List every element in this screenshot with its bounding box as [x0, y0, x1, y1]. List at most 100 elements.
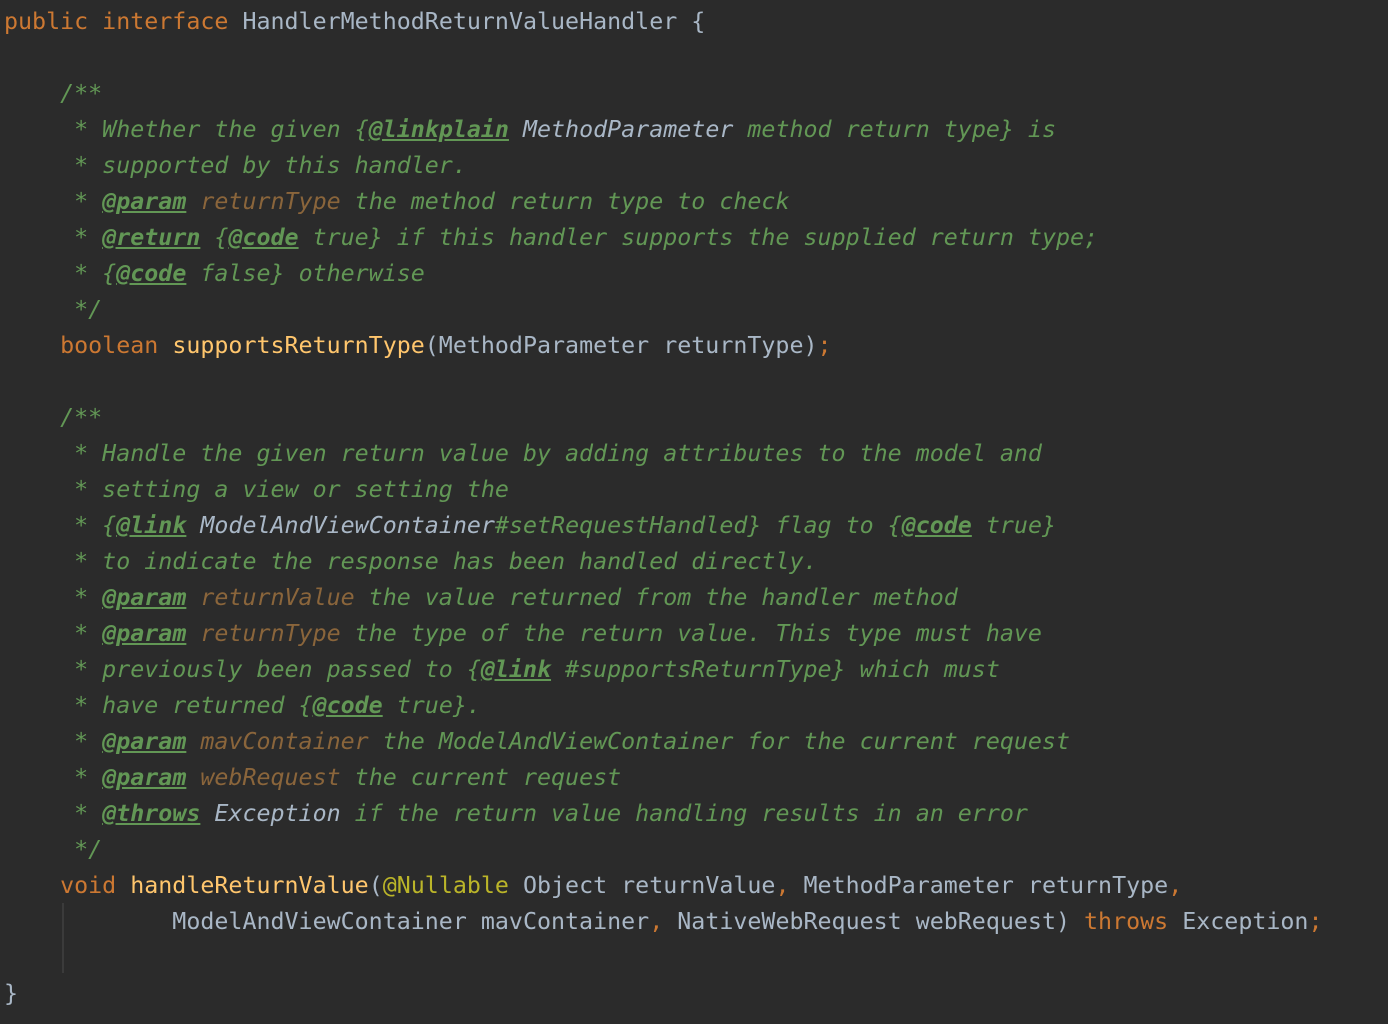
- code-token: true}.: [382, 692, 481, 719]
- code-token: @link: [116, 512, 187, 539]
- code-token: webRequest: [186, 764, 341, 791]
- code-token: * setting a view or setting the: [4, 476, 509, 503]
- code-token: @Nullable: [382, 872, 509, 899]
- code-token: supportsReturnType: [172, 332, 425, 359]
- code-token: true}: [971, 512, 1056, 539]
- code-token: *: [4, 728, 103, 755]
- code-token: *: [4, 764, 103, 791]
- code-token: the type of the return value. This type …: [340, 620, 1042, 647]
- code-token: the value returned from the handler meth…: [354, 584, 958, 611]
- code-token: *: [4, 800, 103, 827]
- code-line[interactable]: /**: [4, 400, 102, 436]
- code-line[interactable]: * @param mavContainer the ModelAndViewCo…: [4, 724, 1070, 760]
- code-line[interactable]: * @param returnType the method return ty…: [4, 184, 789, 220]
- code-token: NativeWebRequest webRequest): [677, 908, 1085, 935]
- code-token: @linkplain: [368, 116, 509, 143]
- code-line[interactable]: * to indicate the response has been hand…: [4, 544, 818, 580]
- code-token: mavContainer: [186, 728, 369, 755]
- code-token: Object returnValue: [508, 872, 776, 899]
- code-token: MethodParameter: [508, 116, 734, 143]
- code-token: boolean: [4, 332, 173, 359]
- code-line[interactable]: * {@link ModelAndViewContainer#setReques…: [4, 508, 1056, 544]
- code-token: the current request: [340, 764, 622, 791]
- code-token: @code: [901, 512, 972, 539]
- code-token: @link: [480, 656, 552, 683]
- code-token: *: [4, 224, 103, 251]
- code-token: handleReturnValue: [130, 872, 369, 899]
- code-token: (: [368, 872, 383, 899]
- code-token: returnType: [186, 620, 341, 647]
- code-token: * Handle the given return value by addin…: [4, 440, 1042, 467]
- code-token: @param: [102, 584, 187, 611]
- code-token: @param: [102, 728, 187, 755]
- code-token: @code: [312, 692, 383, 719]
- code-line[interactable]: * @param webRequest the current request: [4, 760, 621, 796]
- code-line[interactable]: * @param returnValue the value returned …: [4, 580, 958, 616]
- code-token: @return: [102, 224, 201, 251]
- code-token: public interface: [4, 8, 243, 35]
- code-token: false} otherwise: [186, 260, 425, 287]
- code-token: #setRequestHandled} flag to {: [494, 512, 902, 539]
- code-token: }: [4, 980, 19, 1007]
- code-token: void: [4, 872, 131, 899]
- code-token: * previously been passed to {: [4, 656, 481, 683]
- code-line[interactable]: * setting a view or setting the: [4, 472, 509, 508]
- code-token: returnType: [186, 188, 341, 215]
- code-token: *: [4, 584, 103, 611]
- code-line[interactable]: * @param returnType the type of the retu…: [4, 616, 1042, 652]
- code-line[interactable]: /**: [4, 76, 102, 112]
- code-line[interactable]: boolean supportsReturnType(MethodParamet…: [4, 328, 832, 364]
- code-line[interactable]: public interface HandlerMethodReturnValu…: [4, 4, 705, 40]
- code-token: true} if this handler supports the suppl…: [298, 224, 1099, 251]
- code-token: Exception: [200, 800, 341, 827]
- code-line[interactable]: ModelAndViewContainer mavContainer, Nati…: [4, 904, 1322, 940]
- code-token: Exception: [1182, 908, 1309, 935]
- code-token: ModelAndViewContainer mavContainer: [4, 908, 650, 935]
- code-line[interactable]: */: [4, 832, 102, 868]
- code-line[interactable]: * previously been passed to {@link #supp…: [4, 652, 1000, 688]
- code-token: if the return value handling results in …: [340, 800, 1028, 827]
- code-token: ,: [1168, 872, 1183, 899]
- code-line[interactable]: * supported by this handler.: [4, 148, 467, 184]
- code-token: {: [200, 224, 229, 251]
- code-token: /**: [4, 80, 103, 107]
- code-token: * {: [4, 260, 117, 287]
- code-line[interactable]: * have returned {@code true}.: [4, 688, 481, 724]
- code-token: * supported by this handler.: [4, 152, 467, 179]
- code-token: method return type} is: [733, 116, 1056, 143]
- code-token: returnValue: [186, 584, 355, 611]
- code-token: HandlerMethodReturnValueHandler {: [242, 8, 706, 35]
- code-token: the method return type to check: [340, 188, 790, 215]
- code-line[interactable]: * @return {@code true} if this handler s…: [4, 220, 1098, 256]
- code-token: *: [4, 620, 103, 647]
- code-line[interactable]: * {@code false} otherwise: [4, 256, 425, 292]
- code-line[interactable]: * @throws Exception if the return value …: [4, 796, 1028, 832]
- code-token: @param: [102, 764, 187, 791]
- code-token: @code: [228, 224, 299, 251]
- code-token: #supportsReturnType} which must: [551, 656, 1000, 683]
- code-token: ;: [817, 332, 832, 359]
- code-token: * {: [4, 512, 117, 539]
- code-token: * to indicate the response has been hand…: [4, 548, 818, 575]
- code-line[interactable]: * Whether the given {@linkplain MethodPa…: [4, 112, 1056, 148]
- code-token: ;: [1308, 908, 1323, 935]
- code-token: MethodParameter returnType: [803, 872, 1169, 899]
- code-token: /**: [4, 404, 103, 431]
- code-token: @param: [102, 620, 187, 647]
- code-editor[interactable]: public interface HandlerMethodReturnValu…: [0, 0, 1388, 1024]
- code-line[interactable]: */: [4, 292, 102, 328]
- code-line[interactable]: }: [4, 976, 18, 1012]
- code-token: * have returned {: [4, 692, 313, 719]
- code-token: ,: [775, 872, 804, 899]
- code-token: throws: [1084, 908, 1183, 935]
- code-token: ModelAndViewContainer: [186, 512, 495, 539]
- code-token: */: [4, 836, 103, 863]
- code-token: the ModelAndViewContainer for the curren…: [368, 728, 1070, 755]
- code-token: @code: [116, 260, 187, 287]
- code-line[interactable]: void handleReturnValue(@Nullable Object …: [4, 868, 1182, 904]
- code-token: (MethodParameter returnType): [424, 332, 818, 359]
- code-token: @throws: [102, 800, 201, 827]
- code-token: */: [4, 296, 103, 323]
- code-token: *: [4, 188, 103, 215]
- code-line[interactable]: * Handle the given return value by addin…: [4, 436, 1042, 472]
